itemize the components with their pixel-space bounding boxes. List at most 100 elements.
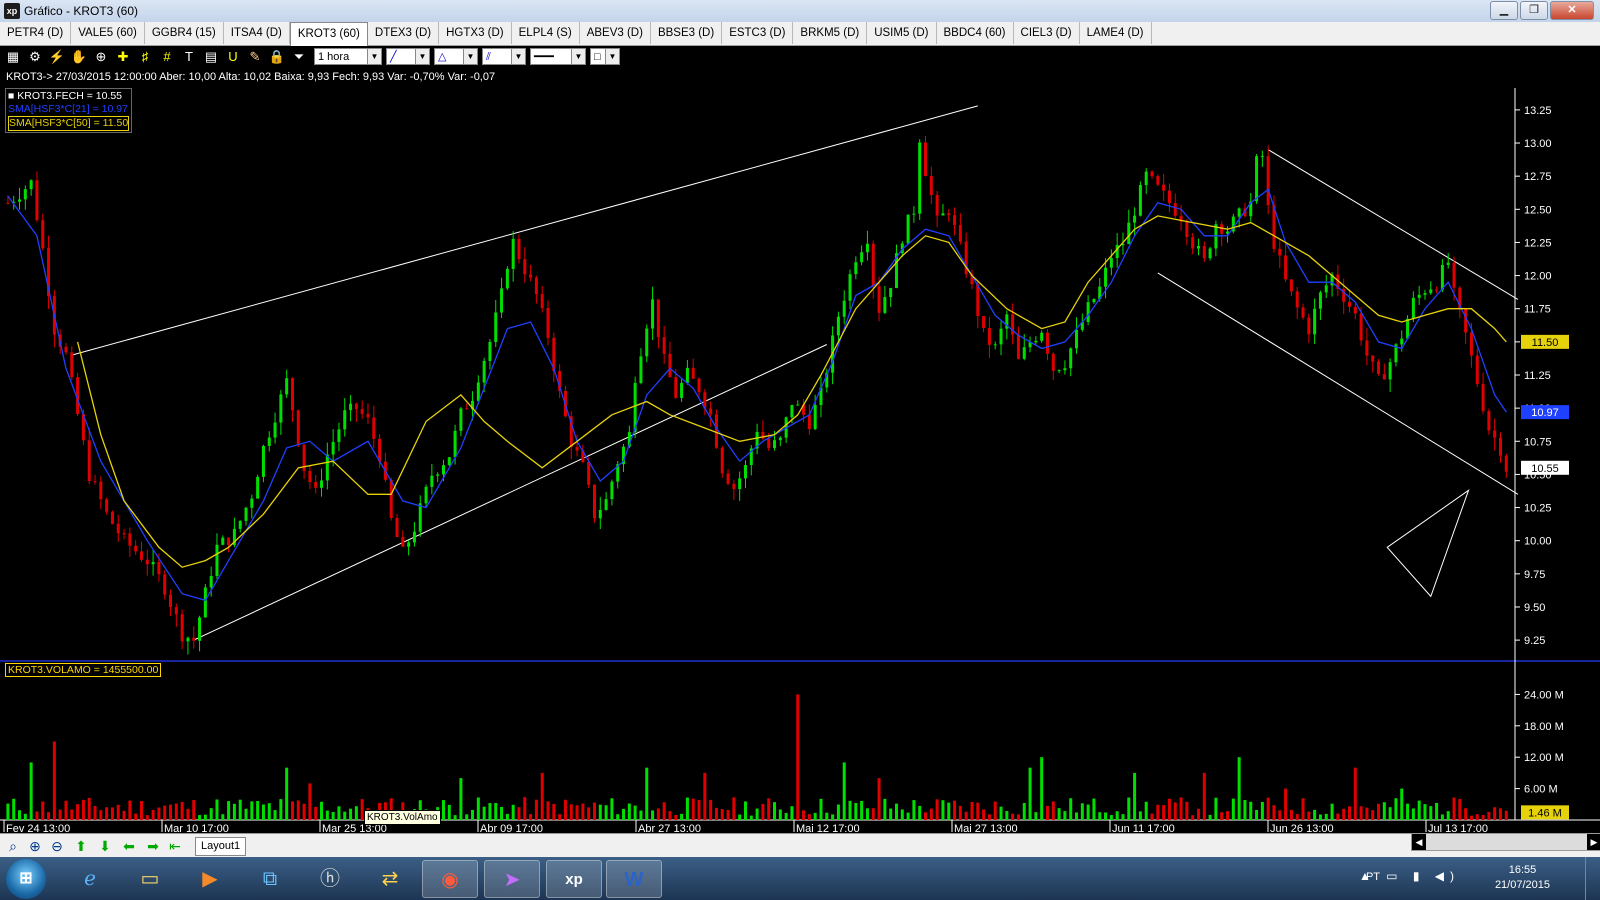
crosshair-icon[interactable]: ✚ [114,48,132,66]
maximize-button[interactable]: ❐ [1520,1,1548,20]
chrome-icon[interactable]: ◉ [422,860,478,898]
candle-body [656,299,660,338]
eraser-icon[interactable]: ✎ [246,48,264,66]
forward-app-icon[interactable]: ➤ [484,860,540,898]
candle-body [261,445,265,477]
volume-bar [488,803,492,820]
tab-lame4[interactable]: LAME4 (D) [1080,22,1152,44]
shape-tool-select[interactable]: △ ▼ [434,48,478,65]
candle-body [1342,288,1346,302]
candle-body [366,413,370,418]
tab-dtex3[interactable]: DTEX3 (D) [368,22,440,44]
tab-ciel3[interactable]: CIEL3 (D) [1014,22,1080,44]
scroll-start-icon[interactable]: ⇤ [166,837,184,855]
volume-bar [836,804,840,820]
calculator-icon[interactable]: ▤ [202,48,220,66]
tray-icons[interactable]: ▲ ▭ ▮ ◀) [1359,869,1460,883]
price-chart[interactable]: 13.25 13.00 12.75 12.50 12.25 12.00 11.75 11.50… [0,0,1600,900]
volume-bar [41,801,45,820]
arrow-down-icon[interactable]: ⬇ [96,837,114,855]
tab-usim5[interactable]: USIM5 (D) [867,22,937,44]
grid-icon[interactable]: # [158,48,176,66]
media-player-icon[interactable]: ▶ [182,860,238,898]
chart-toolbar: ▦ ⚙ ⚡ ✋ ⊕ ✚ ♯ # T ▤ U ✎ 🔒 ⏷ 1 hora ▼ ╱ ▼… [0,46,1600,68]
scroll-left-icon[interactable]: ◀ [1412,834,1426,850]
tab-itsa4[interactable]: ITSA4 (D) [224,22,290,44]
tab-estc3[interactable]: ESTC3 (D) [722,22,794,44]
zoom-in-icon[interactable]: ⊕ [26,837,44,855]
show-desktop-button[interactable] [1585,857,1600,900]
candle-body [883,297,887,313]
tab-krot3[interactable]: KROT3 (60) [289,22,368,46]
magnet-icon[interactable]: U [224,48,242,66]
tab-brkm5[interactable]: BRKM5 (D) [793,22,868,44]
candle-body [709,408,713,415]
zoom-out-icon[interactable]: ⊖ [48,837,66,855]
tab-bbdc4[interactable]: BBDC4 (60) [937,22,1014,44]
volume-bar [1086,804,1090,820]
candle-body [18,199,22,202]
arrow-up-icon[interactable]: ⬆ [72,837,90,855]
arrow-right-icon[interactable]: ➡ [144,837,162,855]
volume-bar [947,802,951,820]
candle-body [825,372,829,388]
candle-body [807,414,811,430]
arrow-left-icon[interactable]: ⬅ [120,837,138,855]
word-icon[interactable]: W [606,860,662,898]
candle-body [1034,340,1038,343]
volume-bar [1469,815,1473,820]
channel-tool-select[interactable]: ⫽ ▼ [482,48,526,65]
search-icon[interactable]: ⌕ [4,837,22,855]
settings-gear-icon[interactable]: ⚙ [26,48,44,66]
period-select[interactable]: 1 hora ▼ [314,48,382,65]
candle-body [256,476,260,499]
layout-tab[interactable]: Layout1 [195,837,247,856]
volume-bar [714,807,718,820]
candle-body [1307,317,1311,335]
internet-explorer-icon[interactable]: ℯ [62,860,118,898]
clock[interactable]: 16:55 21/07/2015 [1495,863,1550,893]
network-icon[interactable]: ⧉ [242,860,298,898]
candle-body [1289,279,1293,292]
file-explorer-icon[interactable]: ▭ [122,860,178,898]
candle-body [1202,246,1206,259]
tab-hgtx3[interactable]: HGTX3 (D) [439,22,512,44]
tab-ggbr4[interactable]: GGBR4 (15) [145,22,224,44]
tab-bbse3[interactable]: BBSE3 (D) [651,22,723,44]
chart-type-icon[interactable]: ▦ [4,48,22,66]
tab-abev3[interactable]: ABEV3 (D) [580,22,651,44]
indicator-icon[interactable]: ⚡ [48,48,66,66]
tab-elpl4[interactable]: ELPL4 (S) [512,22,580,44]
line-style-select[interactable]: ━━━ ▼ [530,48,586,65]
scroll-right-icon[interactable]: ▶ [1587,834,1600,850]
candle-body [1504,455,1508,472]
lock-icon[interactable]: 🔒 [268,48,286,66]
hp-icon[interactable]: ⓗ [302,860,358,898]
start-button[interactable]: ⊞ [6,859,46,899]
volume-bar [848,800,852,820]
xp-trader-icon[interactable]: xp [546,860,602,898]
candle-body [1475,355,1479,385]
text-tool-icon[interactable]: T [180,48,198,66]
line-tool-select[interactable]: ╱ ▼ [386,48,430,65]
file-transfer-icon[interactable]: ⇄ [362,860,418,898]
tab-vale5[interactable]: VALE5 (60) [71,22,145,44]
volume-bar [1185,801,1189,820]
volume-bar [912,800,916,820]
candle-body [1498,437,1502,456]
legend-sma50: SMA[HSF3*C[50] = 11.50 [8,116,130,131]
volume-bar [1179,797,1183,820]
filter-icon[interactable]: ⏷ [290,48,308,66]
zoom-area-icon[interactable]: ⊕ [92,48,110,66]
candle-body [1220,224,1224,234]
color-select[interactable]: □ ▼ [590,48,620,65]
fibonacci-icon[interactable]: ♯ [136,48,154,66]
volume-bar [139,801,143,820]
volume-bar [1255,810,1259,820]
volume-bar [1377,803,1381,820]
chart-scrollbar[interactable]: ◀ ▶ [1411,833,1600,851]
hand-icon[interactable]: ✋ [70,48,88,66]
tab-petr4[interactable]: PETR4 (D) [0,22,72,44]
close-button[interactable]: ✕ [1550,1,1594,20]
minimize-button[interactable]: ▁ [1490,1,1518,20]
